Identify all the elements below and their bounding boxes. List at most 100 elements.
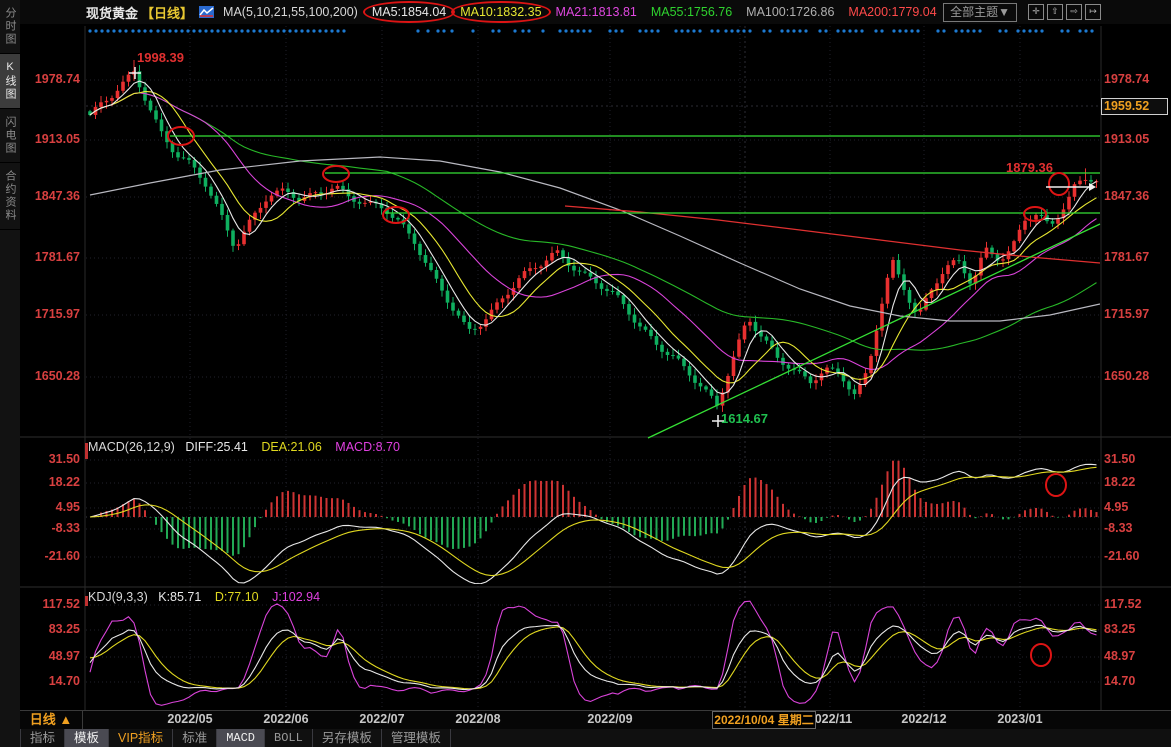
kdj-d-value: D:77.10 <box>215 590 259 604</box>
axis-label: 1650.28 <box>1104 369 1149 383</box>
period-selector[interactable]: 日线 ▲ <box>20 711 83 730</box>
axis-label: 83.25 <box>1104 622 1135 636</box>
macd-macd-value: MACD:8.70 <box>335 440 400 454</box>
ma-parameters: MA(5,10,21,55,100,200) <box>223 5 358 19</box>
pane-up-icon[interactable]: ⇧ <box>1047 4 1063 20</box>
date-label-2022-07: 2022/07 <box>359 712 404 726</box>
axis-label: 1847.36 <box>20 189 80 203</box>
axis-label: -21.60 <box>1104 549 1139 563</box>
event-dots-layer <box>88 29 1093 32</box>
top-bar: 现货黄金 【日线】 MA(5,10,21,55,100,200) MA5:185… <box>20 0 1171 24</box>
kdj-layer <box>90 601 1097 705</box>
axis-label: 14.70 <box>20 674 80 688</box>
chart-tool-buttons: ✛⇧⇨↦ <box>1025 4 1101 20</box>
kdj-j-value: J:102.94 <box>272 590 320 604</box>
peak-price-annotation: 1998.39 <box>137 50 184 65</box>
sidebar-tab-2[interactable]: K线图 <box>0 54 20 109</box>
axis-label: 1978.74 <box>1104 72 1149 86</box>
crosshair-date-box: 2022/10/04 星期二 <box>712 711 816 729</box>
kdj-param: KDJ(9,3,3) <box>88 590 148 604</box>
period-tag: 【日线】 <box>141 3 193 22</box>
ma100-line <box>90 157 1100 321</box>
footer-tab-5[interactable]: MACD <box>217 729 265 747</box>
kdj-panel-header: KDJ(9,3,3) K:85.71 D:77.10 J:102.94 <box>88 590 320 604</box>
axis-label: 31.50 <box>1104 452 1135 466</box>
axis-label: 14.70 <box>1104 674 1135 688</box>
move-crosshair-icon[interactable]: ✛ <box>1028 4 1044 20</box>
footer-tab-4[interactable]: 标准 <box>173 729 217 747</box>
ma-lines-layer <box>90 81 1100 394</box>
kdj-k-value: K:85.71 <box>158 590 201 604</box>
hand-annotations-layer <box>85 67 1096 666</box>
axis-label: 4.95 <box>20 500 80 514</box>
footer-tab-7[interactable]: 另存模板 <box>313 729 382 747</box>
low-price-annotation: 1614.67 <box>721 411 768 426</box>
footer-tab-1[interactable]: 指标 <box>20 729 65 747</box>
macd-dea-value: DEA:21.06 <box>261 440 321 454</box>
axis-label: 48.97 <box>1104 649 1135 663</box>
ma200-line <box>565 206 1100 263</box>
footer-tab-3[interactable]: VIP指标 <box>109 729 173 747</box>
trading-app-window: 分时图K线图闪电图合约资料 现货黄金 【日线】 MA(5,10,21,55,10… <box>0 0 1171 747</box>
sidebar-tab-1[interactable]: 分时图 <box>0 0 20 54</box>
all-themes-button[interactable]: 全部主题▼ <box>943 3 1017 22</box>
axis-label: 1978.74 <box>20 72 80 86</box>
axis-label: 31.50 <box>20 452 80 466</box>
axis-label: -8.33 <box>20 521 80 535</box>
axis-label: -8.33 <box>1104 521 1133 535</box>
recent-high-annotation: 1879.36 <box>1006 160 1053 175</box>
axis-label: 1913.05 <box>1104 132 1149 146</box>
axis-label: 4.95 <box>1104 500 1128 514</box>
pane-export-icon[interactable]: ↦ <box>1085 4 1101 20</box>
axis-label: 83.25 <box>20 622 80 636</box>
axis-label: 1715.97 <box>20 307 80 321</box>
axis-label: 18.22 <box>20 475 80 489</box>
drawn-lines-layer <box>170 136 1100 438</box>
axis-label: 1781.67 <box>1104 250 1149 264</box>
bottom-toolbar: 指标模板VIP指标标准MACDBOLL另存模板管理模板 <box>20 729 1171 747</box>
footer-tab-6[interactable]: BOLL <box>265 729 313 747</box>
macd-diff-value: DIFF:25.41 <box>185 440 248 454</box>
axis-label: 48.97 <box>20 649 80 663</box>
date-label-2022-09: 2022/09 <box>587 712 632 726</box>
ma-value-1: MA5:1854.04 <box>372 5 446 19</box>
axis-label: 1650.28 <box>20 369 80 383</box>
ma-value-5: MA100:1726.86 <box>746 5 834 19</box>
axis-label: 117.52 <box>1104 597 1142 611</box>
ma-value-6: MA200:1779.04 <box>848 5 936 19</box>
left-sidebar: 分时图K线图闪电图合约资料 <box>0 0 20 747</box>
grid-layer <box>20 18 1171 710</box>
axis-label: 1781.67 <box>20 250 80 264</box>
macd-panel-header: MACD(26,12,9) DIFF:25.41 DEA:21.06 MACD:… <box>88 440 400 454</box>
macd-layer <box>86 461 1100 584</box>
date-label-2022-12: 2022/12 <box>901 712 946 726</box>
ma-value-3: MA21:1813.81 <box>556 5 637 19</box>
axis-label: 1913.05 <box>20 132 80 146</box>
chart-canvas[interactable] <box>0 0 1171 747</box>
axis-label: 1847.36 <box>1104 189 1149 203</box>
ma-value-2: MA10:1832.35 <box>460 5 541 19</box>
footer-tab-8[interactable]: 管理模板 <box>382 729 451 747</box>
macd-param: MACD(26,12,9) <box>88 440 175 454</box>
footer-tab-2[interactable]: 模板 <box>65 729 109 747</box>
red-circle-annotation <box>451 1 550 23</box>
crosshair-price-box: 1959.52 <box>1101 98 1168 115</box>
instrument-title: 现货黄金 <box>86 3 138 22</box>
ma-value-4: MA55:1756.76 <box>651 5 732 19</box>
ma-legend: MA5:1854.04 MA10:1832.35 MA21:1813.81 MA55:… <box>358 5 937 19</box>
date-axis: 日线 ▲ 2022/05 2022/06 2022/07 2022/08 2022/09… <box>20 710 1171 731</box>
date-label-2022-06: 2022/06 <box>263 712 308 726</box>
sidebar-tab-3[interactable]: 闪电图 <box>0 109 20 163</box>
sidebar-tab-4[interactable]: 合约资料 <box>0 163 20 230</box>
date-label-2022-05: 2022/05 <box>167 712 212 726</box>
date-label-2023-01: 2023/01 <box>997 712 1042 726</box>
axis-label: 117.52 <box>20 597 80 611</box>
red-circle-annotation <box>363 1 455 23</box>
candles-layer <box>88 60 1098 412</box>
axis-label: 18.22 <box>1104 475 1135 489</box>
pane-right-icon[interactable]: ⇨ <box>1066 4 1082 20</box>
axis-label: -21.60 <box>20 549 80 563</box>
date-label-2022-08: 2022/08 <box>455 712 500 726</box>
chart-type-icon[interactable] <box>199 6 215 19</box>
axis-label: 1715.97 <box>1104 307 1149 321</box>
